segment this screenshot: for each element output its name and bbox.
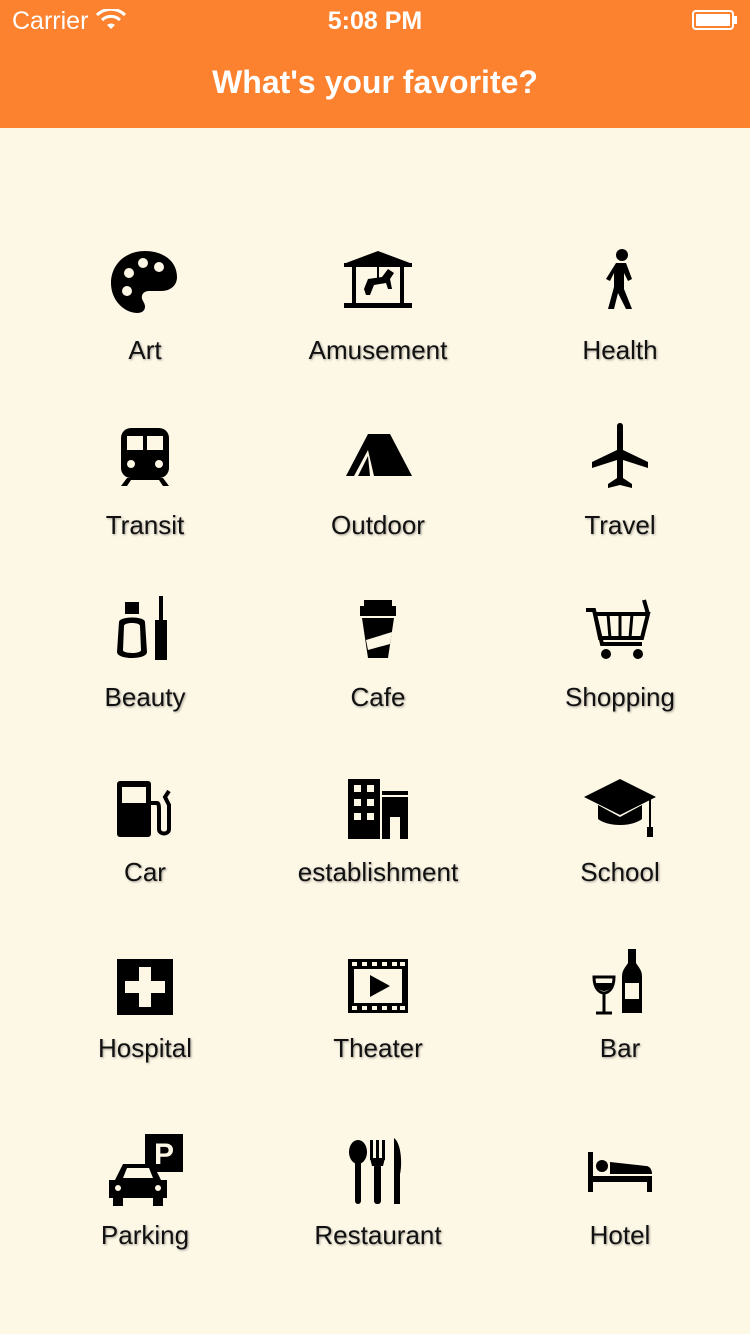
carousel-icon — [338, 245, 418, 325]
category-label: Amusement — [308, 335, 448, 365]
category-label: School — [580, 857, 660, 887]
category-label: Theater — [333, 1033, 423, 1063]
category-grid: Art Amusement Health Transit Outdoor Tra… — [0, 0, 750, 1334]
walking-person-icon — [580, 245, 660, 325]
category-label: Cafe — [350, 682, 406, 712]
film-strip-icon — [338, 943, 418, 1023]
category-parking[interactable]: P Parking — [20, 1130, 270, 1280]
category-car[interactable]: Car — [20, 767, 270, 917]
category-amusement[interactable]: Amusement — [253, 245, 503, 395]
category-bar[interactable]: Bar — [495, 943, 745, 1093]
category-label: Shopping — [565, 682, 675, 712]
category-outdoor[interactable]: Outdoor — [253, 420, 503, 570]
palette-icon — [105, 245, 185, 325]
category-label: Hotel — [589, 1220, 651, 1250]
category-label: Art — [128, 335, 162, 365]
category-label: Hospital — [98, 1033, 192, 1063]
category-travel[interactable]: Travel — [495, 420, 745, 570]
svg-text:P: P — [154, 1138, 174, 1171]
airplane-icon — [580, 420, 660, 500]
category-restaurant[interactable]: Restaurant — [253, 1130, 503, 1280]
bed-icon — [580, 1130, 660, 1210]
category-establishment[interactable]: establishment — [253, 767, 503, 917]
category-label: Travel — [584, 510, 656, 540]
category-label: Transit — [105, 510, 185, 540]
category-school[interactable]: School — [495, 767, 745, 917]
category-label: Health — [582, 335, 658, 365]
graduation-cap-icon — [580, 767, 660, 847]
parking-car-icon: P — [105, 1130, 185, 1210]
category-hotel[interactable]: Hotel — [495, 1130, 745, 1280]
category-label: Restaurant — [314, 1220, 442, 1250]
category-art[interactable]: Art — [20, 245, 270, 395]
cutlery-icon — [338, 1130, 418, 1210]
coffee-cup-icon — [338, 592, 418, 672]
category-label: Outdoor — [331, 510, 425, 540]
category-shopping[interactable]: Shopping — [495, 592, 745, 742]
category-label: establishment — [297, 857, 459, 887]
category-theater[interactable]: Theater — [253, 943, 503, 1093]
shopping-cart-icon — [580, 592, 660, 672]
tent-icon — [338, 420, 418, 500]
category-health[interactable]: Health — [495, 245, 745, 395]
nail-polish-icon — [105, 592, 185, 672]
train-icon — [105, 420, 185, 500]
category-transit[interactable]: Transit — [20, 420, 270, 570]
gas-pump-icon — [105, 767, 185, 847]
medical-cross-icon — [105, 943, 185, 1023]
buildings-icon — [338, 767, 418, 847]
category-label: Parking — [100, 1220, 190, 1250]
wine-icon — [580, 943, 660, 1023]
category-cafe[interactable]: Cafe — [253, 592, 503, 742]
category-hospital[interactable]: Hospital — [20, 943, 270, 1093]
category-label: Bar — [599, 1033, 641, 1063]
category-beauty[interactable]: Beauty — [20, 592, 270, 742]
category-label: Car — [124, 857, 166, 887]
category-label: Beauty — [104, 682, 186, 712]
